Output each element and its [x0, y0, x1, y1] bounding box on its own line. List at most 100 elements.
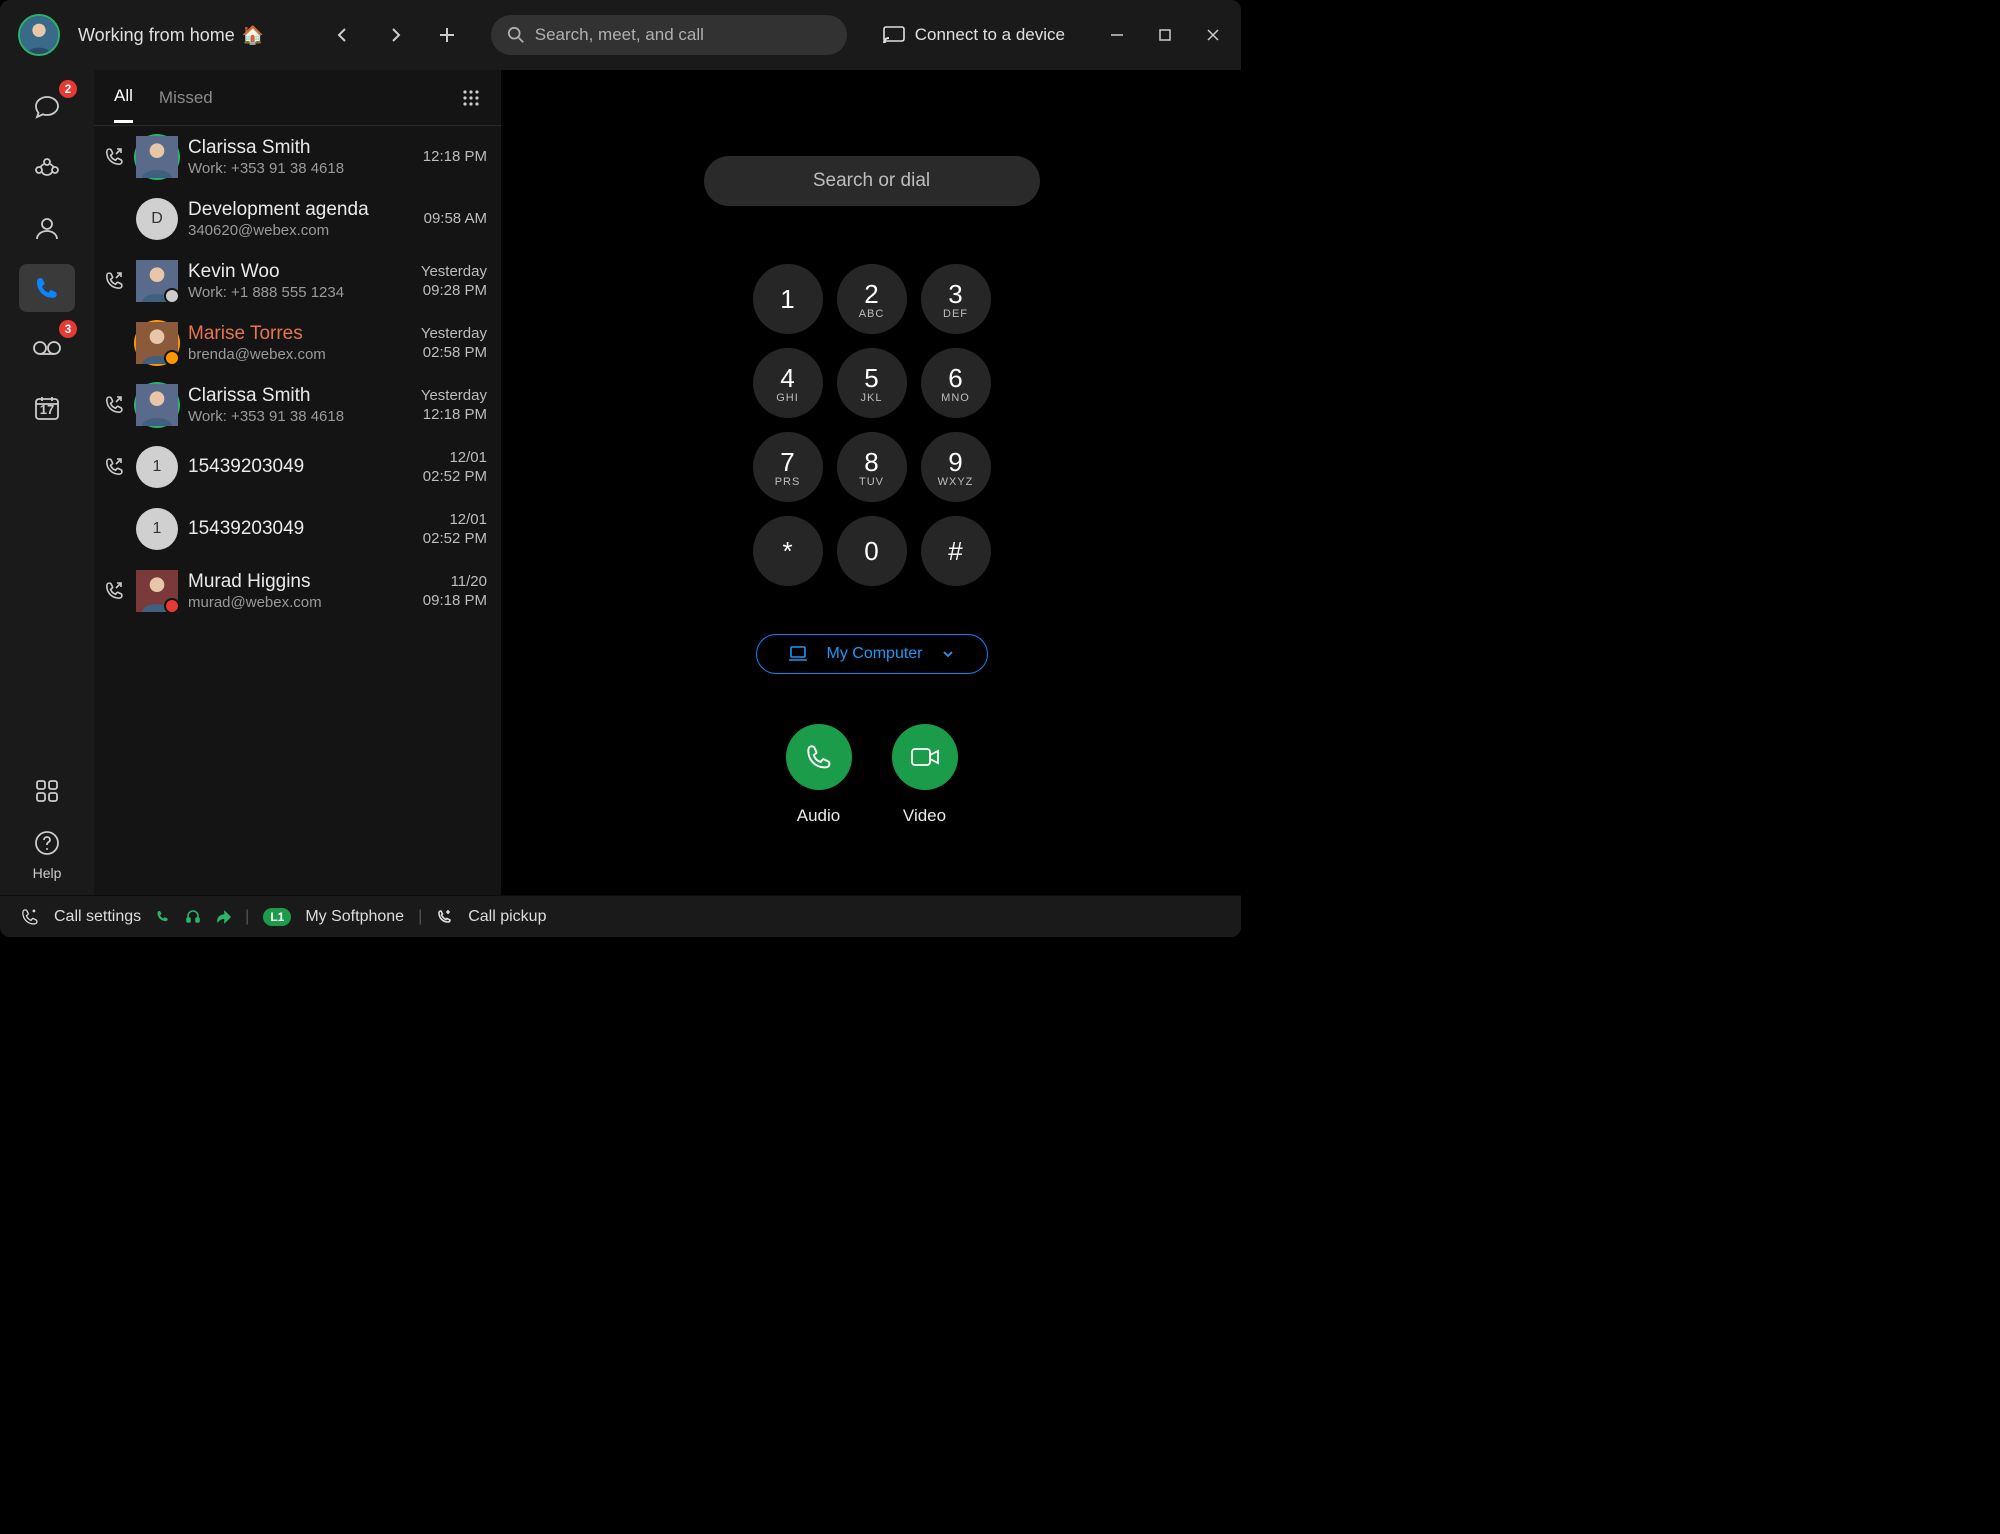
nav-meetings[interactable]: 17: [19, 384, 75, 432]
call-direction-icon: [102, 146, 126, 168]
chat-badge: 2: [59, 80, 77, 98]
call-tabs: All Missed: [94, 70, 501, 126]
caller-name: 15439203049: [188, 517, 413, 541]
caller-avatar: [136, 136, 178, 178]
line-badge[interactable]: L1: [263, 908, 291, 926]
apps-icon: [35, 779, 59, 803]
call-row[interactable]: 11543920304912/0102:52 PM: [94, 498, 501, 560]
keypad-key-6[interactable]: 6MNO: [921, 348, 991, 418]
nav-buttons: [325, 17, 465, 53]
caller-avatar: 1: [136, 446, 178, 488]
call-timestamp: 12/0102:52 PM: [423, 448, 487, 487]
keypad-key-9[interactable]: 9WXYZ: [921, 432, 991, 502]
call-list: Clarissa SmithWork: +353 91 38 461812:18…: [94, 126, 501, 895]
keypad-key-1[interactable]: 1: [753, 264, 823, 334]
caller-name: Marise Torres: [188, 322, 411, 346]
tab-missed[interactable]: Missed: [159, 88, 213, 122]
audio-device-selector[interactable]: My Computer: [756, 634, 988, 674]
call-direction-icon: [102, 580, 126, 602]
profile-avatar[interactable]: [18, 14, 60, 56]
call-direction-icon: [102, 456, 126, 478]
video-call-button[interactable]: Video: [892, 724, 958, 826]
nav-apps[interactable]: [19, 767, 75, 815]
maximize-button[interactable]: [1155, 25, 1175, 45]
caller-detail: brenda@webex.com: [188, 346, 411, 364]
tab-all[interactable]: All: [114, 86, 133, 123]
add-button[interactable]: [429, 17, 465, 53]
call-timestamp: Yesterday12:18 PM: [421, 386, 487, 425]
caller-name: Development agenda: [188, 198, 414, 222]
caller-avatar: D: [136, 198, 178, 240]
keypad-key-7[interactable]: 7PRS: [753, 432, 823, 502]
caller-detail: Work: +1 888 555 1234: [188, 284, 411, 302]
search-placeholder: Search, meet, and call: [535, 25, 704, 45]
keypad-key-4[interactable]: 4GHI: [753, 348, 823, 418]
main-body: 2 3 17: [0, 70, 1241, 895]
caller-avatar: 1: [136, 508, 178, 550]
call-timestamp: 12:18 PM: [423, 147, 487, 167]
call-row[interactable]: 1 15439203049 12/0102:52 PM: [94, 436, 501, 498]
caller-detail: murad@webex.com: [188, 594, 413, 612]
call-history-panel: All Missed Clarissa SmithWork: +353 91 3…: [94, 70, 502, 895]
keypad-key-3[interactable]: 3DEF: [921, 264, 991, 334]
call-row[interactable]: Murad Higginsmurad@webex.com11/2009:18 P…: [94, 560, 501, 622]
cast-icon: [883, 26, 905, 44]
caller-avatar: [136, 384, 178, 426]
video-icon: [910, 745, 940, 769]
back-button[interactable]: [325, 17, 361, 53]
keypad-key-8[interactable]: 8TUV: [837, 432, 907, 502]
dial-search-input[interactable]: Search or dial: [704, 156, 1040, 206]
call-pickup-link[interactable]: Call pickup: [468, 908, 546, 926]
voicemail-badge: 3: [59, 320, 77, 338]
call-direction-icon: [102, 270, 126, 292]
minimize-button[interactable]: [1107, 25, 1127, 45]
nav-contacts[interactable]: [19, 204, 75, 252]
connect-device-button[interactable]: Connect to a device: [883, 25, 1065, 45]
call-row[interactable]: DDevelopment agenda340620@webex.com09:58…: [94, 188, 501, 250]
laptop-icon: [788, 646, 808, 662]
help-label: Help: [33, 865, 62, 881]
phone-icon: [33, 274, 61, 302]
presence-status[interactable]: Working from home 🏠: [78, 25, 264, 46]
call-row[interactable]: Kevin WooWork: +1 888 555 1234 Yesterday0…: [94, 250, 501, 312]
help-icon: [34, 830, 60, 856]
softphone-label[interactable]: My Softphone: [305, 908, 404, 926]
forward-button[interactable]: [377, 17, 413, 53]
call-timestamp: Yesterday09:28 PM: [421, 262, 487, 301]
nav-calling[interactable]: [19, 264, 75, 312]
keypad-key-2[interactable]: 2ABC: [837, 264, 907, 334]
nav-rail: 2 3 17: [0, 70, 94, 895]
chevron-down-icon: [941, 647, 955, 661]
house-icon: 🏠: [242, 25, 264, 45]
caller-avatar: [136, 570, 178, 612]
call-row[interactable]: Clarissa SmithWork: +353 91 38 461812:18…: [94, 126, 501, 188]
global-search[interactable]: Search, meet, and call: [491, 15, 847, 55]
nav-help[interactable]: [19, 827, 75, 859]
dialpad-toggle-icon[interactable]: [461, 88, 481, 108]
keypad-key-#[interactable]: #: [921, 516, 991, 586]
app-window: Working from home 🏠 Search, meet, and ca…: [0, 0, 1241, 937]
close-button[interactable]: [1203, 25, 1223, 45]
caller-name: Clarissa Smith: [188, 136, 413, 160]
phone-settings-icon: [20, 907, 40, 927]
caller-name: Kevin Woo: [188, 260, 411, 284]
keypad-key-*[interactable]: *: [753, 516, 823, 586]
audio-call-button[interactable]: Audio: [786, 724, 852, 826]
call-settings-link[interactable]: Call settings: [54, 908, 141, 926]
search-icon: [507, 26, 525, 44]
nav-teams[interactable]: [19, 144, 75, 192]
call-buttons: Audio Video: [786, 724, 958, 826]
call-row[interactable]: Clarissa SmithWork: +353 91 38 4618Yeste…: [94, 374, 501, 436]
nav-voicemail[interactable]: 3: [19, 324, 75, 372]
call-row[interactable]: Marise Torresbrenda@webex.comYesterday02…: [94, 312, 501, 374]
dial-keypad: 12ABC3DEF 4GHI5JKL6MNO 7PRS8TUV9WXYZ *0#: [753, 264, 991, 586]
caller-avatar: [136, 260, 178, 302]
teams-icon: [33, 154, 61, 182]
nav-messaging[interactable]: 2: [19, 84, 75, 132]
keypad-key-5[interactable]: 5JKL: [837, 348, 907, 418]
caller-avatar: [136, 322, 178, 364]
voicemail-icon: [32, 337, 62, 359]
keypad-key-0[interactable]: 0: [837, 516, 907, 586]
window-controls: [1107, 25, 1223, 45]
caller-name: 15439203049: [188, 455, 413, 479]
